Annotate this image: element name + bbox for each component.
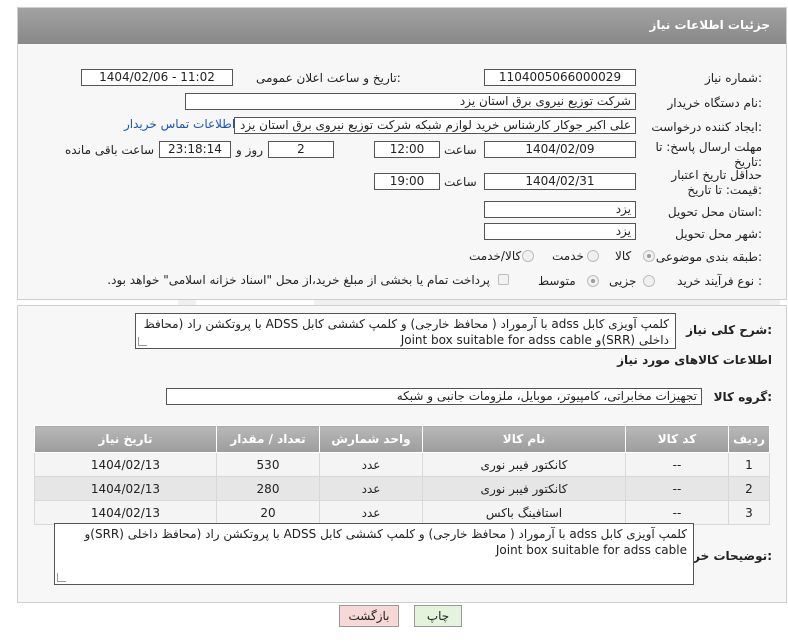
- summary-textarea[interactable]: کلمپ آویزی کابل adss با آرموراد ( محافظ …: [135, 313, 676, 349]
- col-item-name[interactable]: نام کالا: [422, 425, 626, 453]
- treasury-payment-note: پرداخت تمام یا بخشی از مبلغ خرید،از محل …: [107, 273, 490, 287]
- resize-handle[interactable]: [138, 337, 147, 346]
- price-validity-time-field[interactable]: 19:00: [374, 173, 440, 190]
- col-row-number[interactable]: ردیف: [728, 425, 770, 453]
- category-service-label: خدمت: [552, 249, 584, 263]
- buyer-notes-text: کلمپ آویزی کابل adss با آرموراد ( محافظ …: [84, 527, 687, 557]
- print-button[interactable]: چاپ: [414, 605, 462, 627]
- remaining-time-label: ساعت باقی مانده: [65, 143, 155, 157]
- cell-row-number: 1: [728, 452, 770, 477]
- city-label: شهر محل تحویل:: [675, 227, 762, 241]
- process-minor-radio[interactable]: [643, 275, 655, 287]
- city-field[interactable]: یزد: [484, 223, 636, 240]
- deadline-date-field[interactable]: 1404/02/09: [484, 141, 636, 158]
- resize-handle[interactable]: [57, 573, 66, 582]
- days-label: روز و: [236, 143, 263, 157]
- cell-item-name: کانکتور فیبر نوری: [422, 452, 626, 477]
- cell-unit: عدد: [319, 500, 423, 525]
- table-row[interactable]: 3 -- استافینگ باکس عدد 20 1404/02/13: [34, 500, 770, 525]
- cell-quantity: 20: [216, 500, 320, 525]
- remaining-time-field[interactable]: 23:18:14: [159, 141, 231, 158]
- need-number-label: شماره نیاز:: [704, 71, 762, 85]
- cell-need-date: 1404/02/13: [34, 452, 217, 477]
- buyer-org-label: نام دستگاه خریدار:: [667, 96, 763, 110]
- table-row[interactable]: 1 -- کانکتور فیبر نوری عدد 530 1404/02/1…: [34, 452, 770, 477]
- cell-item-code: --: [625, 500, 729, 525]
- creator-label: ایجاد کننده درخواست:: [651, 120, 762, 134]
- cell-item-code: --: [625, 452, 729, 477]
- deadline-label: مهلت ارسال پاسخ: تا تاریخ:: [655, 140, 762, 169]
- cell-unit: عدد: [319, 476, 423, 501]
- col-need-date[interactable]: تاریخ نیاز: [34, 425, 217, 453]
- cell-item-name: استافینگ باکس: [422, 500, 626, 525]
- category-goods-service-radio[interactable]: [522, 250, 534, 262]
- summary-text: کلمپ آویزی کابل adss با آرموراد ( محافظ …: [143, 317, 669, 347]
- summary-label: شرح کلی نیاز:: [686, 323, 772, 337]
- process-medium-label: متوسط: [538, 274, 576, 288]
- category-service-radio[interactable]: [587, 250, 599, 262]
- cell-quantity: 280: [216, 476, 320, 501]
- goods-section-title: اطلاعات کالاهای مورد نیاز: [617, 353, 772, 367]
- deadline-time-label: ساعت: [444, 143, 477, 157]
- cell-row-number: 2: [728, 476, 770, 501]
- price-validity-time-label: ساعت: [444, 175, 477, 189]
- province-label: استان محل تحویل:: [667, 205, 762, 219]
- process-medium-radio[interactable]: [587, 275, 599, 287]
- goods-table: ردیف کد کالا نام کالا واحد شمارش تعداد /…: [34, 425, 770, 525]
- cell-item-code: --: [625, 476, 729, 501]
- category-goods-radio[interactable]: [643, 250, 655, 262]
- cell-need-date: 1404/02/13: [34, 476, 217, 501]
- buyer-contact-link[interactable]: اطلاعات تماس خریدار: [124, 117, 235, 131]
- process-minor-label: جزیی: [609, 274, 637, 288]
- col-quantity[interactable]: تعداد / مقدار: [216, 425, 320, 453]
- panel-header: جزئیات اطلاعات نیاز: [18, 8, 786, 44]
- province-field[interactable]: یزد: [484, 201, 636, 218]
- deadline-time-field[interactable]: 12:00: [374, 141, 440, 158]
- cell-item-name: کانکتور فیبر نوری: [422, 476, 626, 501]
- cell-need-date: 1404/02/13: [34, 500, 217, 525]
- days-remaining-field[interactable]: 2: [268, 141, 334, 158]
- buyer-notes-textarea[interactable]: کلمپ آویزی کابل adss با آرموراد ( محافظ …: [54, 523, 694, 585]
- table-row[interactable]: 2 -- کانکتور فیبر نوری عدد 280 1404/02/1…: [34, 476, 770, 501]
- col-unit[interactable]: واحد شمارش: [319, 425, 423, 453]
- cell-row-number: 3: [728, 500, 770, 525]
- goods-section: شرح کلی نیاز: کلمپ آویزی کابل adss با آر…: [17, 305, 787, 603]
- process-label: نوع فرآیند خرید :: [677, 274, 762, 288]
- goods-group-label: گروه کالا:: [713, 390, 772, 404]
- category-goods-label: کالا: [615, 249, 632, 263]
- goods-group-field[interactable]: تجهیزات مخابراتی، کامپیوتر، موبایل، ملزو…: [166, 388, 702, 405]
- announce-label: تاریخ و ساعت اعلان عمومی:: [256, 71, 401, 85]
- category-label: طبقه بندی موضوعی:: [655, 250, 762, 264]
- treasury-payment-checkbox[interactable]: [498, 274, 509, 285]
- col-item-code[interactable]: کد کالا: [625, 425, 729, 453]
- need-number-field[interactable]: 1104005066000029: [484, 69, 636, 86]
- price-validity-label: حداقل تاریخ اعتبار قیمت: تا تاریخ:: [671, 168, 762, 197]
- need-details-panel: جزئیات اطلاعات نیاز شماره نیاز: 11040050…: [17, 7, 787, 300]
- announce-date-field[interactable]: 1404/02/06 - 11:02: [81, 69, 233, 86]
- creator-field[interactable]: علی اکبر جوکار کارشناس خرید لوازم شبکه ش…: [234, 117, 636, 134]
- goods-table-header: ردیف کد کالا نام کالا واحد شمارش تعداد /…: [34, 425, 770, 453]
- price-validity-date-field[interactable]: 1404/02/31: [484, 173, 636, 190]
- category-goods-service-label: کالا/خدمت: [469, 249, 522, 263]
- buyer-org-field[interactable]: شرکت توزیع نیروی برق استان یزد: [185, 93, 636, 110]
- cell-quantity: 530: [216, 452, 320, 477]
- panel-title: جزئیات اطلاعات نیاز: [649, 18, 770, 32]
- back-button[interactable]: بازگشت: [339, 605, 399, 627]
- cell-unit: عدد: [319, 452, 423, 477]
